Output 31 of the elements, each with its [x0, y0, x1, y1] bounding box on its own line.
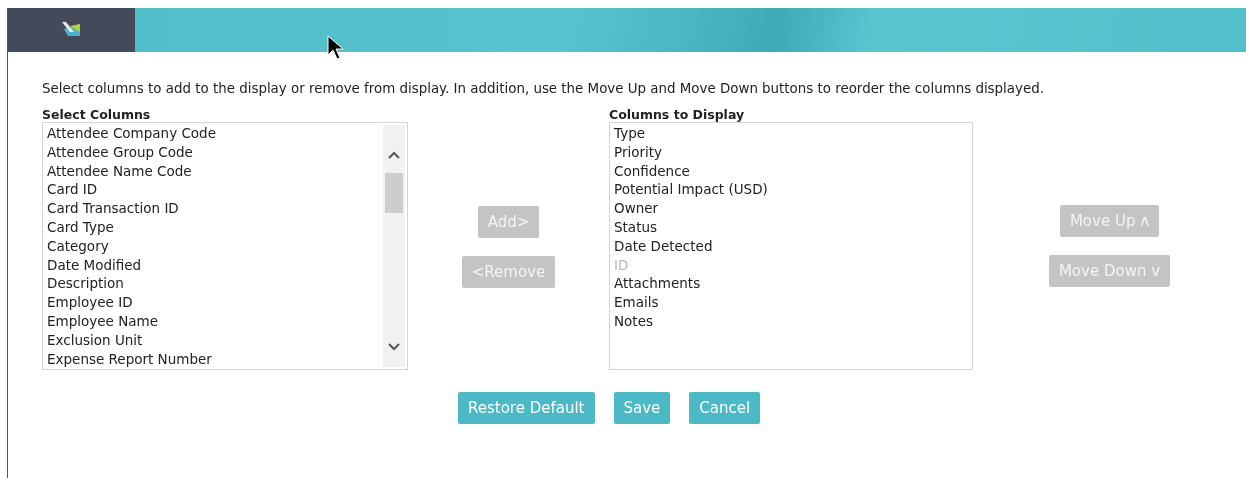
list-item[interactable]: Card ID — [47, 180, 407, 200]
list-item[interactable]: Attendee Group Code — [47, 142, 407, 162]
instructions-text: Select columns to add to the display or remove from display. In addition, use the Move Up and Move Down buttons to reorder the columns displayed. — [42, 80, 1045, 98]
list-item[interactable]: Priority — [614, 142, 972, 162]
list-item[interactable]: Attendee Company Code — [47, 124, 407, 143]
list-item[interactable]: Employee ID — [47, 293, 407, 312]
list-item[interactable]: Date Detected — [614, 236, 972, 256]
list-item[interactable]: Attachments — [614, 274, 972, 294]
list-item[interactable]: Attendee Name Code — [47, 161, 407, 181]
list-item[interactable]: Notes — [614, 311, 972, 331]
cursor-icon — [327, 35, 345, 61]
scroll-up-icon[interactable] — [388, 151, 400, 159]
list-item[interactable]: Owner — [614, 199, 972, 218]
list-item[interactable]: Exclusion Unit — [47, 330, 407, 350]
list-item[interactable]: Emails — [614, 293, 972, 312]
list-item[interactable]: Potential Impact (USD) — [614, 180, 972, 200]
list-item[interactable]: Confidence — [614, 161, 972, 181]
list-item[interactable]: Type — [614, 124, 972, 143]
list-item[interactable]: Date Modified — [47, 255, 407, 275]
list-item[interactable]: Card Type — [47, 218, 407, 237]
list-label: Columns to Display — [609, 108, 746, 122]
scroll-thumb[interactable] — [385, 173, 403, 213]
list-item[interactable]: Employee Name — [47, 311, 407, 331]
list-item[interactable]: Expense Report Number — [47, 349, 407, 369]
list-item[interactable]: Category — [47, 236, 407, 256]
available-columns-list[interactable]: Attendee Company Code Attendee Group Code Attendee Name Code Card ID Card Transaction ID Card Type Category Date Modified Description Employee ID Employee Name Exclusion Unit Expense Report Number — [42, 122, 408, 370]
scroll-down-icon[interactable] — [388, 343, 400, 351]
list-label: Select Columns — [42, 108, 152, 122]
list-item[interactable]: Description — [47, 274, 407, 294]
list-item[interactable]: Status — [614, 218, 972, 237]
list-item[interactable]: Card Transaction ID — [47, 199, 407, 218]
